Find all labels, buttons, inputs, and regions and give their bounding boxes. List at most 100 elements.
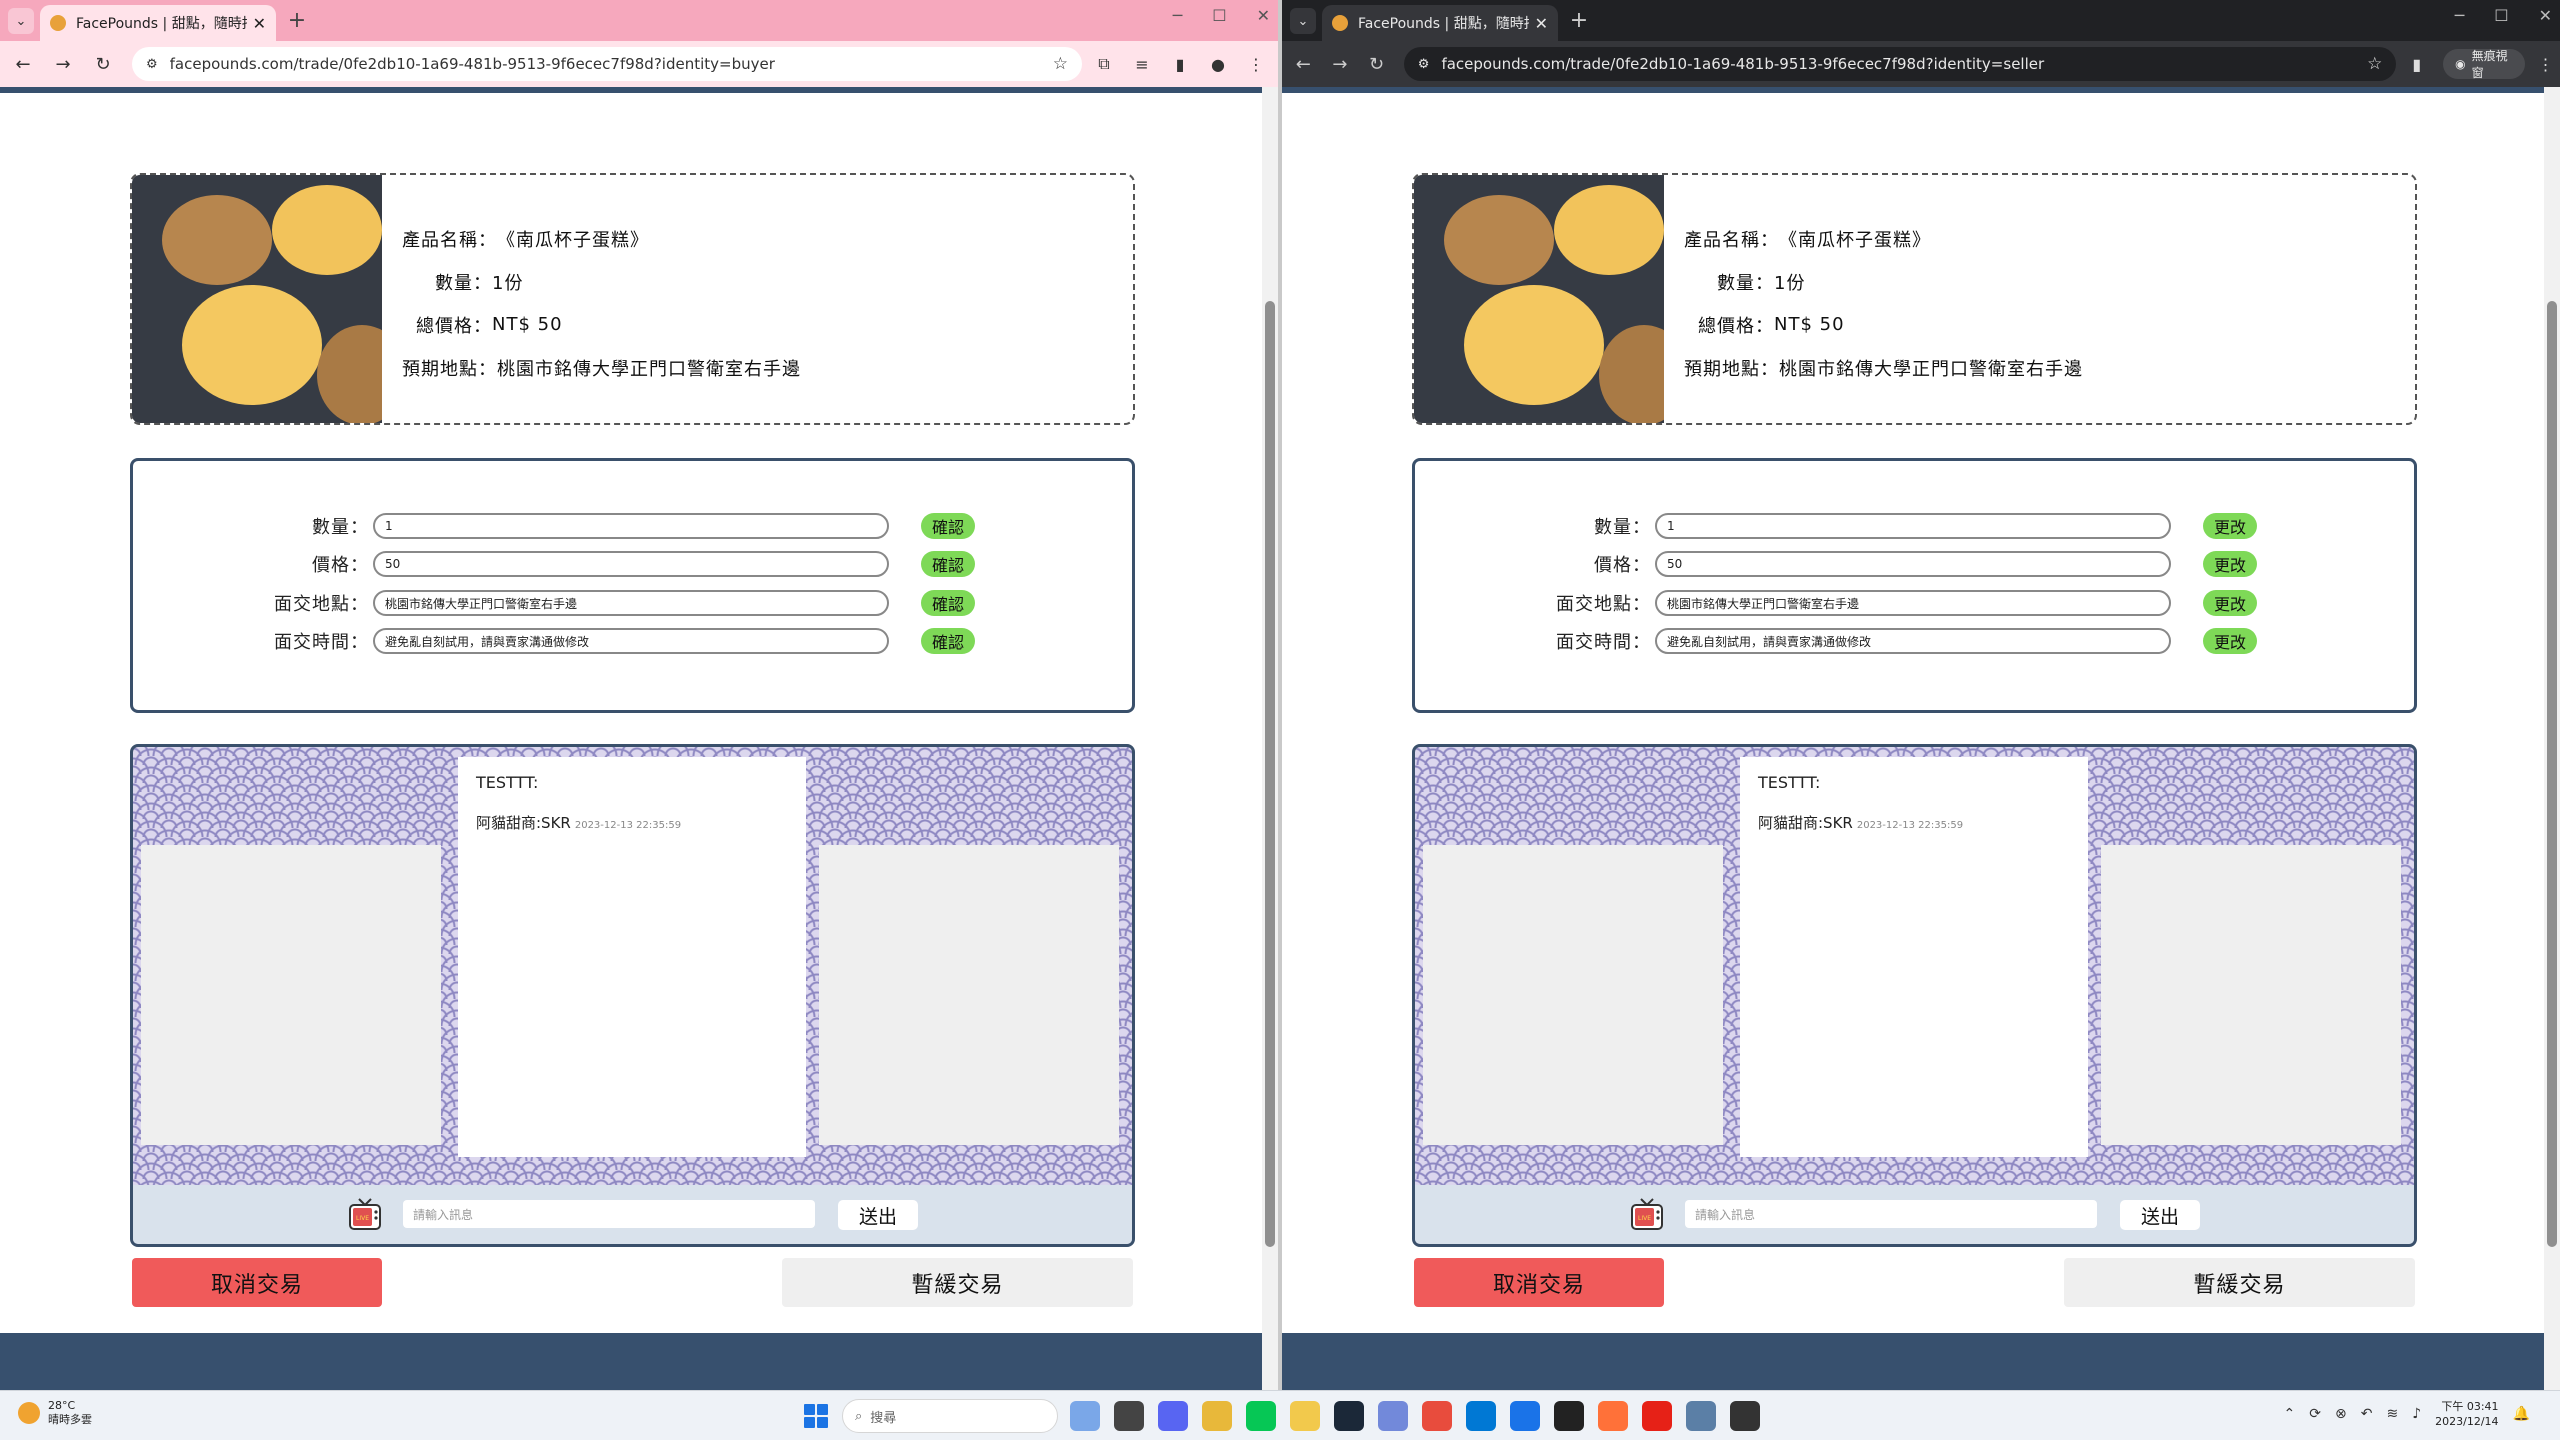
cancel-trade-button[interactable]: 取消交易 [1414, 1258, 1664, 1307]
close-icon[interactable]: ✕ [1535, 14, 1548, 33]
reload-icon[interactable]: ↻ [1361, 47, 1392, 81]
line-icon[interactable] [1246, 1401, 1276, 1431]
favicon-icon [1332, 15, 1348, 31]
pause-trade-button[interactable]: 暫緩交易 [2064, 1258, 2415, 1307]
browser-tab[interactable]: FacePounds | 甜點，隨時拍 ✕ [40, 5, 276, 41]
volume-icon[interactable]: ♪ [2412, 1406, 2421, 1422]
firefox-icon[interactable] [1598, 1401, 1628, 1431]
forward-icon[interactable]: → [1325, 47, 1356, 81]
reload-icon[interactable]: ↻ [86, 47, 120, 81]
time-confirm-button[interactable]: 確認 [921, 628, 975, 654]
maximize-icon[interactable]: ☐ [2494, 6, 2508, 25]
minimize-icon[interactable]: ─ [2455, 6, 2465, 25]
close-window-icon[interactable]: ✕ [2539, 6, 2552, 25]
place-input[interactable]: 桃園市銘傳大學正門口警衛室右手邊 [373, 590, 889, 616]
address-bar[interactable]: ⚙ facepounds.com/trade/0fe2db10-1a69-481… [132, 47, 1082, 81]
youtube-music-icon[interactable] [1642, 1401, 1672, 1431]
incognito-badge[interactable]: ◉ 無痕視窗 [2443, 49, 2526, 80]
address-bar[interactable]: ⚙ facepounds.com/trade/0fe2db10-1a69-481… [1403, 47, 2397, 81]
trade-form: 數量： 1 更改 價格： 50 更改 面交地點： 桃園市銘傳大學正門口警衛室右手… [1412, 458, 2417, 713]
scrollbar-thumb[interactable] [2547, 301, 2557, 1247]
qty-confirm-button[interactable]: 確認 [921, 513, 975, 539]
chat-log[interactable]: TESTTT: 阿貓甜商:SKR 2023-12-13 22:35:59 [1740, 757, 2088, 1157]
undo-icon[interactable]: ↶ [2361, 1406, 2373, 1422]
task-view-icon[interactable] [1114, 1401, 1144, 1431]
chevron-up-icon[interactable]: ⌃ [2284, 1406, 2296, 1422]
close-window-icon[interactable]: ✕ [1257, 6, 1270, 25]
back-icon[interactable]: ← [1288, 47, 1319, 81]
discord-icon[interactable] [1158, 1401, 1188, 1431]
close-circle-icon[interactable]: ⊗ [2335, 1406, 2347, 1422]
time-input[interactable]: 避免亂自刻試用，請與賣家溝通做修改 [1655, 628, 2171, 654]
chat-message-input[interactable]: 請輸入訊息 [1685, 1200, 2097, 1228]
clock[interactable]: 下午 03:41 2023/12/14 [2435, 1399, 2498, 1429]
time-change-button[interactable]: 更改 [2203, 628, 2257, 654]
forward-icon[interactable]: → [46, 47, 80, 81]
page-scrollbar[interactable] [1262, 87, 1278, 1390]
vscode-icon[interactable] [1466, 1401, 1496, 1431]
windows-start-icon[interactable] [804, 1404, 828, 1428]
tab-search-icon[interactable]: ⌄ [8, 8, 34, 34]
site-info-icon[interactable]: ⚙ [1418, 57, 1430, 72]
send-button[interactable]: 送出 [838, 1200, 918, 1230]
wifi-icon[interactable]: ≋ [2386, 1406, 2398, 1422]
notion-calendar-icon[interactable] [1730, 1401, 1760, 1431]
place-confirm-button[interactable]: 確認 [921, 590, 975, 616]
qty-input[interactable]: 1 [373, 513, 889, 539]
close-icon[interactable]: ✕ [253, 14, 266, 33]
chat-log[interactable]: TESTTT: 阿貓甜商:SKR 2023-12-13 22:35:59 [458, 757, 806, 1157]
side-panel-icon[interactable]: ▮ [1164, 48, 1196, 80]
notification-bell-icon[interactable]: 🔔 [2513, 1406, 2530, 1422]
pause-trade-button[interactable]: 暫緩交易 [782, 1258, 1133, 1307]
place-input[interactable]: 桃園市銘傳大學正門口警衛室右手邊 [1655, 590, 2171, 616]
notion-icon[interactable] [1554, 1401, 1584, 1431]
maximize-icon[interactable]: ☐ [1212, 6, 1226, 25]
side-panel-icon[interactable]: ▮ [2402, 48, 2431, 80]
pinned-apps [1070, 1401, 1760, 1431]
page-scrollbar[interactable] [2544, 87, 2560, 1390]
menu-kebab-icon[interactable]: ⋮ [2531, 48, 2560, 80]
new-tab-icon[interactable]: + [284, 8, 310, 33]
new-tab-icon[interactable]: + [1566, 8, 1592, 33]
live-tv-icon[interactable]: LIVE [348, 1197, 382, 1233]
steam-icon[interactable] [1334, 1401, 1364, 1431]
menu-kebab-icon[interactable]: ⋮ [1240, 48, 1272, 80]
price-confirm-button[interactable]: 確認 [921, 551, 975, 577]
bookmark-star-icon[interactable]: ☆ [2367, 54, 2382, 74]
media-icon[interactable]: ≡ [1126, 48, 1158, 80]
qty-input[interactable]: 1 [1655, 513, 2171, 539]
maps-icon[interactable] [1510, 1401, 1540, 1431]
back-icon[interactable]: ← [6, 47, 40, 81]
weather-widget[interactable]: 28°C 晴時多雲 [18, 1399, 92, 1427]
price-input[interactable]: 50 [1655, 551, 2171, 577]
send-button[interactable]: 送出 [2120, 1200, 2200, 1230]
price-change-button[interactable]: 更改 [2203, 551, 2257, 577]
cancel-trade-button[interactable]: 取消交易 [132, 1258, 382, 1307]
bookmark-star-icon[interactable]: ☆ [1053, 54, 1068, 74]
copilot-icon[interactable] [1070, 1401, 1100, 1431]
svg-text:LIVE: LIVE [356, 1215, 369, 1222]
qty-change-button[interactable]: 更改 [2203, 513, 2257, 539]
time-input[interactable]: 避免亂自刻試用，請與賣家溝通做修改 [373, 628, 889, 654]
live-tv-icon[interactable]: LIVE [1630, 1197, 1664, 1233]
browser-tab[interactable]: FacePounds | 甜點，隨時拍 ✕ [1322, 5, 1558, 41]
site-info-icon[interactable]: ⚙ [146, 57, 158, 72]
scrollbar-thumb[interactable] [1265, 301, 1275, 1247]
product-price-value: NT$ 50 [492, 314, 563, 335]
chat-panel: TESTTT: 阿貓甜商:SKR 2023-12-13 22:35:59 LIVE… [1412, 744, 2417, 1247]
minimize-icon[interactable]: ─ [1173, 6, 1183, 25]
chat-app-icon[interactable] [1378, 1401, 1408, 1431]
place-change-button[interactable]: 更改 [2203, 590, 2257, 616]
chrome-icon[interactable] [1422, 1401, 1452, 1431]
taskbar-search[interactable]: ⌕ 搜尋 [842, 1399, 1058, 1433]
sync-icon[interactable]: ⟳ [2309, 1406, 2321, 1422]
chat-message-input[interactable]: 請輸入訊息 [403, 1200, 815, 1228]
network-app-icon[interactable] [1686, 1401, 1716, 1431]
spark-icon[interactable] [1202, 1401, 1232, 1431]
extensions-icon[interactable]: ⧉ [1088, 48, 1120, 80]
profile-avatar-icon[interactable]: ● [1202, 48, 1234, 80]
product-place-value: 桃園市銘傳大學正門口警衛室右手邊 [497, 358, 801, 380]
file-explorer-icon[interactable] [1290, 1401, 1320, 1431]
price-input[interactable]: 50 [373, 551, 889, 577]
tab-search-icon[interactable]: ⌄ [1290, 8, 1316, 34]
